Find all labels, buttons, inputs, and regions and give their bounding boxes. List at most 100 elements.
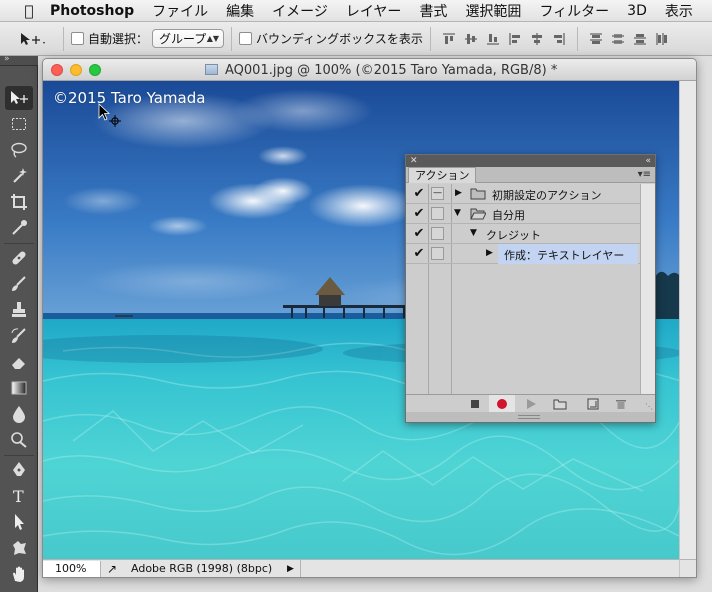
menu-photoshop[interactable]: Photoshop xyxy=(40,3,143,19)
menu-filter[interactable]: フィルター xyxy=(530,1,618,21)
align-vcenter-icon[interactable] xyxy=(460,28,482,50)
resize-handle-icon[interactable] xyxy=(518,415,540,419)
blur-tool[interactable] xyxy=(5,402,33,426)
vertical-scrollbar[interactable] xyxy=(679,81,696,560)
close-window-button[interactable] xyxy=(51,64,63,76)
auto-select-checkbox[interactable] xyxy=(71,32,84,45)
action-step-label: 作成：テキストレイヤー xyxy=(504,249,625,262)
actions-scrollbar[interactable] xyxy=(640,184,655,397)
auto-select-label: 自動選択： xyxy=(88,32,149,46)
healing-brush-tool[interactable] xyxy=(5,246,33,270)
align-top-icon[interactable] xyxy=(438,28,460,50)
menu-edit[interactable]: 編集 xyxy=(217,1,263,21)
actions-tab-row: アクション ▾≡ xyxy=(406,167,655,183)
copyright-text-layer[interactable]: ©2015 Taro Yamada xyxy=(53,89,205,107)
move-tool[interactable] xyxy=(5,86,33,110)
menu-image[interactable]: イメージ xyxy=(263,1,337,21)
action-row-credit[interactable]: ✔ ▼ クレジット xyxy=(406,224,642,244)
action-step-row[interactable]: ✔ ▶ 作成：テキストレイヤー xyxy=(406,244,642,264)
new-set-button[interactable] xyxy=(547,395,573,413)
expand-triangle-icon[interactable]: ▶ xyxy=(486,248,493,258)
crop-tool[interactable] xyxy=(5,190,33,214)
drop-icon xyxy=(13,406,25,423)
collapse-triangle-icon[interactable]: ▼ xyxy=(470,228,477,238)
stop-button[interactable] xyxy=(462,395,488,413)
zoom-window-button[interactable] xyxy=(89,64,101,76)
new-action-button[interactable] xyxy=(580,395,606,413)
align-left-icon[interactable] xyxy=(504,28,526,50)
expand-triangle-icon[interactable]: ▶ xyxy=(455,188,462,198)
toggle-dialog-icon[interactable] xyxy=(431,227,444,240)
hand-tool[interactable] xyxy=(5,562,33,586)
distribute-top-icon[interactable] xyxy=(585,28,607,50)
type-icon: T xyxy=(13,487,24,505)
align-hcenter-icon[interactable] xyxy=(526,28,548,50)
dodge-tool[interactable] xyxy=(5,428,33,452)
actions-panel-bottom[interactable] xyxy=(406,412,655,422)
minimize-window-button[interactable] xyxy=(70,64,82,76)
folder-icon xyxy=(553,399,567,409)
gradient-tool[interactable] xyxy=(5,376,33,400)
tab-actions[interactable]: アクション xyxy=(408,167,477,183)
menu-select[interactable]: 選択範囲 xyxy=(456,1,530,21)
collapse-triangle-icon[interactable]: ▼ xyxy=(454,208,461,218)
auto-select-dropdown[interactable]: グループ ▲▼ xyxy=(152,29,225,48)
align-buttons xyxy=(438,28,570,50)
play-button[interactable] xyxy=(518,395,544,413)
pen-tool[interactable] xyxy=(5,458,33,482)
path-select-tool[interactable] xyxy=(5,510,33,534)
toggle-dialog-icon[interactable] xyxy=(431,247,444,260)
menu-3d[interactable]: 3D xyxy=(618,3,656,19)
align-bottom-icon[interactable] xyxy=(482,28,504,50)
panel-resize-grip-icon[interactable]: ⋱ xyxy=(645,402,653,411)
horizontal-scrollbar[interactable] xyxy=(299,560,681,577)
marquee-icon xyxy=(12,118,26,130)
tools-panel: T xyxy=(0,66,38,592)
apple-menu-icon[interactable]:  xyxy=(18,2,40,20)
share-icon[interactable]: ↗ xyxy=(101,562,123,576)
collapse-panel-icon[interactable]: « xyxy=(645,155,651,167)
toggle-dialog-icon[interactable] xyxy=(431,207,444,220)
status-menu-arrow-icon[interactable]: ▶ xyxy=(287,564,294,574)
window-resize-corner[interactable] xyxy=(679,559,696,577)
document-titlebar[interactable]: AQ001.jpg @ 100% (©2015 Taro Yamada, RGB… xyxy=(43,59,696,81)
menu-view[interactable]: 表示 xyxy=(656,1,702,21)
menu-type[interactable]: 書式 xyxy=(410,1,456,21)
gradient-icon xyxy=(11,381,27,395)
toggle-dialog-icon[interactable]: — xyxy=(431,187,444,200)
actions-list: ✔ — ▶ 初期設定のアクション ✔ ▼ 自分用 ✔ ▼ クレジット ✔ ▶ 作… xyxy=(406,184,642,397)
tools-panel-header[interactable]: » xyxy=(0,54,38,66)
lasso-tool[interactable] xyxy=(5,138,33,162)
actions-panel-header[interactable]: ✕ « xyxy=(406,155,655,167)
zoom-level-field[interactable]: 100% xyxy=(43,560,101,577)
toggle-item-check-icon[interactable]: ✔ xyxy=(412,186,426,201)
distribute-left-icon[interactable] xyxy=(651,28,673,50)
show-transform-checkbox[interactable] xyxy=(239,32,253,45)
close-panel-icon[interactable]: ✕ xyxy=(410,155,418,167)
toggle-item-check-icon[interactable]: ✔ xyxy=(412,206,426,221)
custom-shape-tool[interactable] xyxy=(5,536,33,560)
menu-layer[interactable]: レイヤー xyxy=(337,1,411,21)
quick-select-tool[interactable] xyxy=(5,164,33,188)
distribute-vcenter-icon[interactable] xyxy=(607,28,629,50)
type-tool[interactable]: T xyxy=(5,484,33,508)
record-button[interactable] xyxy=(489,395,515,413)
action-set-row-mine[interactable]: ✔ ▼ 自分用 xyxy=(406,204,642,224)
toggle-item-check-icon[interactable]: ✔ xyxy=(412,226,426,241)
menu-file[interactable]: ファイル xyxy=(143,1,217,21)
distribute-bottom-icon[interactable] xyxy=(629,28,651,50)
collapse-icon[interactable]: » xyxy=(4,54,10,64)
panel-menu-icon[interactable]: ▾≡ xyxy=(638,169,651,180)
eraser-tool[interactable] xyxy=(5,350,33,374)
eyedropper-tool[interactable] xyxy=(5,216,33,240)
brush-tool[interactable] xyxy=(5,272,33,296)
dropdown-stepper-icon: ▲▼ xyxy=(206,34,220,43)
history-brush-tool[interactable] xyxy=(5,324,33,348)
action-set-row-default[interactable]: ✔ — ▶ 初期設定のアクション xyxy=(406,184,642,204)
toggle-item-check-icon[interactable]: ✔ xyxy=(412,246,426,261)
clone-stamp-tool[interactable] xyxy=(5,298,33,322)
delete-button[interactable] xyxy=(608,395,634,413)
tool-preset-picker[interactable] xyxy=(8,26,56,52)
align-right-icon[interactable] xyxy=(548,28,570,50)
marquee-tool[interactable] xyxy=(5,112,33,136)
